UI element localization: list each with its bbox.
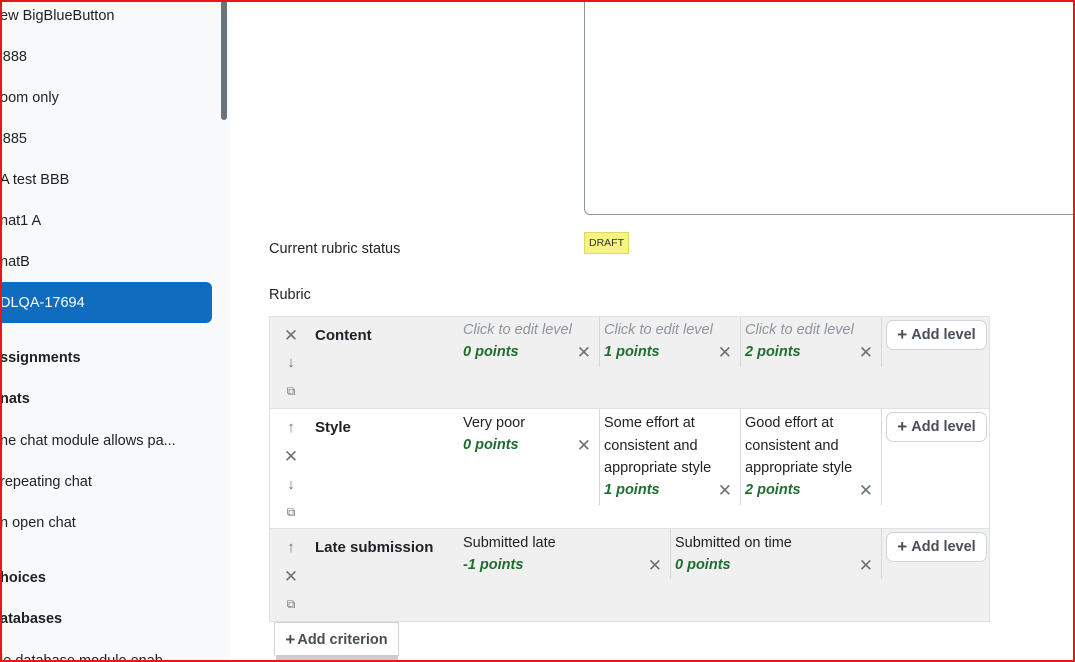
sidebar-item-label: DLQA-17694 <box>0 294 85 311</box>
sidebar-item-chat-b[interactable]: natB <box>0 241 212 282</box>
delete-criterion-icon[interactable]: ✕ <box>282 567 300 587</box>
sidebar-item-label: n open chat <box>0 514 76 531</box>
delete-level-icon[interactable]: ✕ <box>718 343 732 363</box>
level-description[interactable]: Click to edit level <box>745 319 854 342</box>
level-cell[interactable]: Click to edit level 1 points ✕ <box>600 317 741 367</box>
level-points[interactable]: 2 points <box>745 344 801 360</box>
rubric-editor: ✕ ↓ ⧉ Content Click to edit level 0 poin… <box>269 316 990 622</box>
delete-level-icon[interactable]: ✕ <box>859 556 873 576</box>
level-cell[interactable]: Click to edit level 0 points ✕ <box>459 317 600 367</box>
delete-level-icon[interactable]: ✕ <box>648 556 662 576</box>
sidebar-section-assignments[interactable]: ssignments <box>0 350 81 366</box>
delete-level-icon[interactable]: ✕ <box>577 343 591 363</box>
add-level-button[interactable]: + Add level <box>886 532 987 562</box>
plus-icon: + <box>897 417 908 436</box>
level-description[interactable]: Some effort at consistent and appropriat… <box>604 412 724 480</box>
level-cell[interactable]: Click to edit level 2 points ✕ <box>741 317 882 367</box>
sidebar-item-room-only[interactable]: oom only <box>0 77 212 118</box>
sidebar-item-7885[interactable]: '885 <box>0 118 212 159</box>
criterion-name[interactable]: Content <box>315 327 372 344</box>
sidebar-item-mdlqa-17694[interactable]: DLQA-17694 <box>0 282 212 323</box>
course-index-sidebar: ew BigBlueButton '888 oom only '885 A te… <box>0 0 230 662</box>
level-points[interactable]: 1 points <box>604 344 660 360</box>
plus-icon: + <box>897 325 908 344</box>
delete-criterion-icon[interactable]: ✕ <box>282 447 300 467</box>
level-points[interactable]: 0 points <box>463 344 519 360</box>
add-level-button[interactable]: + Add level <box>886 320 987 350</box>
rubric-status-label: Current rubric status <box>269 241 401 257</box>
criterion-row: ↑ ✕ ⧉ Late submission Submitted late -1 … <box>270 529 989 621</box>
sidebar-section-choices[interactable]: hoices <box>0 570 46 586</box>
level-points[interactable]: 1 points <box>604 482 660 498</box>
criterion-name[interactable]: Late submission <box>315 539 433 556</box>
sidebar-item-open-chat[interactable]: n open chat <box>0 502 212 543</box>
add-level-label: Add level <box>911 539 976 555</box>
button-shadow <box>276 655 398 661</box>
sidebar-item-label: oom only <box>0 89 59 106</box>
sidebar-item-label: '888 <box>0 48 27 65</box>
level-points[interactable]: 0 points <box>463 437 519 453</box>
sidebar-item-7888[interactable]: '888 <box>0 36 212 77</box>
add-criterion-button[interactable]: + Add criterion <box>274 622 399 656</box>
sidebar-item-chat-module[interactable]: ne chat module allows pa... <box>0 420 212 461</box>
sidebar-item-label: ne chat module allows pa... <box>0 432 176 449</box>
sidebar-item-label: ew BigBlueButton <box>0 7 115 24</box>
sidebar-item-label: repeating chat <box>0 473 92 490</box>
sidebar-item-label: ie database module enab... <box>0 652 175 662</box>
move-up-icon[interactable]: ↑ <box>282 539 300 556</box>
plus-icon: + <box>285 629 296 649</box>
status-badge: DRAFT <box>584 232 629 254</box>
duplicate-criterion-icon[interactable]: ⧉ <box>282 505 300 520</box>
level-description[interactable]: Very poor <box>463 412 578 435</box>
level-points[interactable]: -1 points <box>463 557 523 573</box>
sidebar-item-bigbluebutton[interactable]: ew BigBlueButton <box>0 0 212 36</box>
sidebar-item-database-module[interactable]: ie database module enab... <box>0 640 212 662</box>
move-down-icon[interactable]: ↓ <box>282 476 300 493</box>
level-description[interactable]: Click to edit level <box>604 319 713 342</box>
delete-criterion-icon[interactable]: ✕ <box>282 326 300 346</box>
description-textarea[interactable] <box>584 0 1075 215</box>
criterion-row: ✕ ↓ ⧉ Content Click to edit level 0 poin… <box>270 317 989 409</box>
delete-level-icon[interactable]: ✕ <box>859 481 873 501</box>
level-cell[interactable]: Some effort at consistent and appropriat… <box>600 409 741 505</box>
sidebar-item-repeating-chat[interactable]: repeating chat <box>0 461 212 502</box>
sidebar-item-label: natB <box>0 253 30 270</box>
sidebar-item-label: '885 <box>0 130 27 147</box>
rubric-label: Rubric <box>269 287 311 303</box>
sidebar-section-chats[interactable]: nats <box>0 391 30 407</box>
sidebar-item-chat1-a[interactable]: nat1 A <box>0 200 212 241</box>
level-description[interactable]: Click to edit level <box>463 319 572 342</box>
level-description[interactable]: Good effort at consistent and appropriat… <box>745 412 865 480</box>
criterion-row: ↑ ✕ ↓ ⧉ Style Very poor 0 points ✕ Some … <box>270 409 989 529</box>
add-level-label: Add level <box>911 327 976 343</box>
level-cell[interactable]: Good effort at consistent and appropriat… <box>741 409 882 505</box>
criterion-name[interactable]: Style <box>315 419 351 436</box>
delete-level-icon[interactable]: ✕ <box>859 343 873 363</box>
sidebar-item-label: A test BBB <box>0 171 70 188</box>
add-level-button[interactable]: + Add level <box>886 412 987 442</box>
level-points[interactable]: 2 points <box>745 482 801 498</box>
move-down-icon[interactable]: ↓ <box>282 354 300 371</box>
level-cell[interactable]: Submitted on time 0 points ✕ <box>671 529 882 579</box>
level-description[interactable]: Submitted on time <box>675 532 792 555</box>
move-up-icon[interactable]: ↑ <box>282 419 300 436</box>
level-cell[interactable]: Very poor 0 points ✕ <box>459 409 600 505</box>
level-description[interactable]: Submitted late <box>463 532 556 555</box>
plus-icon: + <box>897 537 908 556</box>
sidebar-scrollbar[interactable] <box>221 0 227 120</box>
sidebar-item-test-bbb[interactable]: A test BBB <box>0 159 212 200</box>
level-points[interactable]: 0 points <box>675 557 731 573</box>
delete-level-icon[interactable]: ✕ <box>718 481 732 501</box>
sidebar-item-label: nat1 A <box>0 212 42 229</box>
delete-level-icon[interactable]: ✕ <box>577 436 591 456</box>
duplicate-criterion-icon[interactable]: ⧉ <box>282 597 300 612</box>
duplicate-criterion-icon[interactable]: ⧉ <box>282 384 300 399</box>
add-criterion-label: Add criterion <box>297 631 388 648</box>
add-level-label: Add level <box>911 419 976 435</box>
level-cell[interactable]: Submitted late -1 points ✕ <box>459 529 671 579</box>
sidebar-section-databases[interactable]: atabases <box>0 611 62 627</box>
